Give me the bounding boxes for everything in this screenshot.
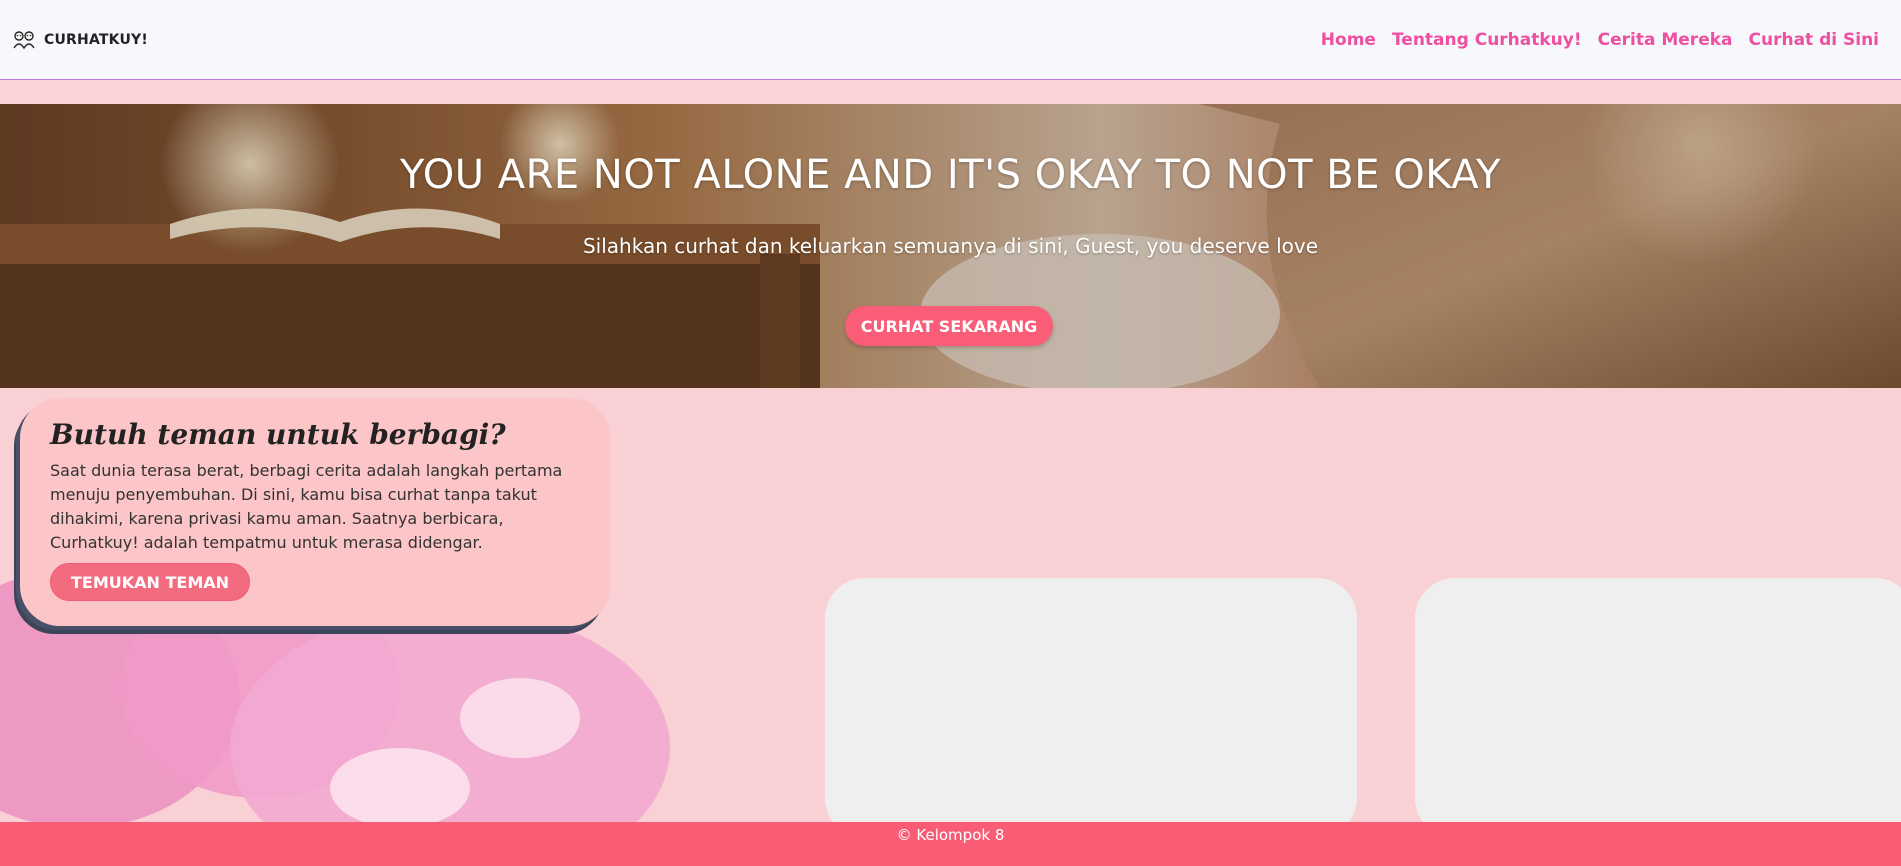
nav-link-share[interactable]: Curhat di Sini	[1749, 30, 1880, 50]
hero-banner: YOU ARE NOT ALONE AND IT'S OKAY TO NOT B…	[0, 104, 1901, 388]
nav-link-stories[interactable]: Cerita Mereka	[1598, 30, 1733, 50]
hero-subtitle: Silahkan curhat dan keluarkan semuanya d…	[582, 234, 1319, 258]
nav-link-about[interactable]: Tentang Curhatkuy!	[1392, 30, 1582, 50]
curhat-sekarang-button[interactable]: CURHAT SEKARANG	[845, 306, 1053, 346]
content-section: Butuh teman untuk berbagi? Saat dunia te…	[0, 388, 1901, 822]
friends-logo-icon	[13, 30, 35, 49]
info-card-title: Butuh teman untuk berbagi?	[50, 418, 506, 451]
story-card	[825, 578, 1357, 822]
footer-copyright: © Kelompok 8	[896, 826, 1005, 844]
brand-name: CURHATKUY!	[44, 31, 148, 48]
hero-title: YOU ARE NOT ALONE AND IT'S OKAY TO NOT B…	[400, 152, 1501, 198]
top-band	[0, 81, 1901, 104]
brand[interactable]: CURHATKUY!	[12, 28, 148, 52]
temukan-teman-button[interactable]: TEMUKAN TEMAN	[50, 563, 251, 601]
nav-link-home[interactable]: Home	[1321, 30, 1376, 50]
info-card-body: Saat dunia terasa berat, berbagi cerita …	[50, 461, 563, 552]
navbar: CURHATKUY! Home Tentang Curhatkuy! Cerit…	[0, 0, 1901, 80]
info-card: Butuh teman untuk berbagi? Saat dunia te…	[20, 398, 610, 626]
nav-links: Home Tentang Curhatkuy! Cerita Mereka Cu…	[1321, 30, 1879, 50]
footer: © Kelompok 8	[0, 822, 1901, 866]
story-card	[1415, 578, 1901, 822]
hero-content: YOU ARE NOT ALONE AND IT'S OKAY TO NOT B…	[0, 104, 1901, 388]
